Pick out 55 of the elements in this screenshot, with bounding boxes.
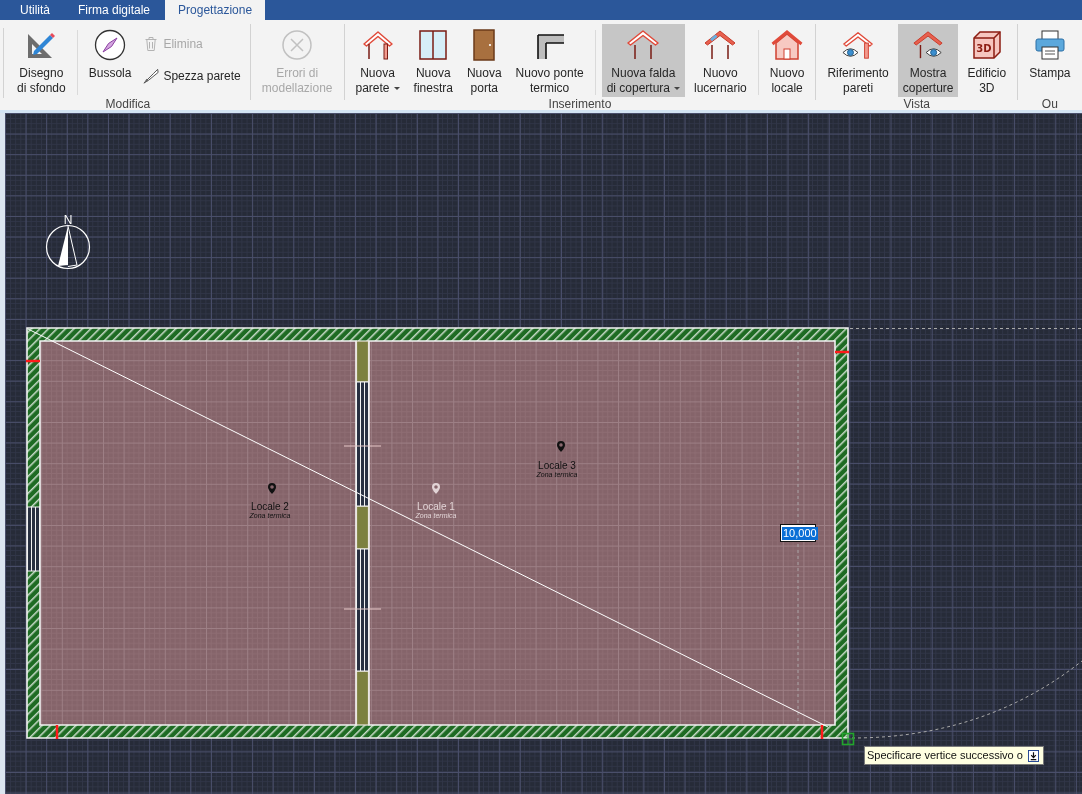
x-circle-icon — [281, 29, 314, 61]
tooltip-text: Specificare vertice successivo o — [867, 748, 1023, 763]
axis-tick — [343, 608, 382, 610]
wall-reference-button[interactable]: Riferimento pareti — [822, 24, 894, 97]
roof-eye-icon — [912, 29, 945, 61]
length-input[interactable]: 10,000 — [780, 524, 816, 542]
wall-marker — [835, 350, 849, 354]
wall-marker — [26, 359, 40, 363]
new-roof-pitch-button[interactable]: Nuova falda di copertura — [601, 24, 686, 97]
compass-button[interactable]: Bussola — [83, 24, 137, 97]
roof-skylight-icon — [704, 29, 737, 61]
background-drawing-button[interactable]: Disegno di sfondo — [12, 24, 71, 97]
new-window-button[interactable]: Nuova finestra — [408, 24, 458, 97]
wall-segment — [355, 340, 370, 383]
new-skylight-button[interactable]: Nuovo lucernario — [689, 24, 752, 97]
window-symbol — [27, 506, 40, 572]
north-label: N — [63, 213, 73, 227]
roof-icon — [627, 29, 660, 61]
house-eye-icon — [842, 29, 875, 61]
axis-tick — [343, 445, 382, 447]
new-door-button[interactable]: Nuova porta — [461, 24, 507, 97]
ribbon-tab[interactable]: Utilità — [7, 0, 63, 20]
wall-marker — [55, 725, 59, 739]
location-pin-icon — [268, 483, 276, 494]
building-3d-button[interactable]: 3D Edificio 3D — [962, 24, 1012, 97]
icon-label: 3D — [976, 43, 992, 54]
house-icon — [771, 29, 804, 61]
ribbon-tab[interactable]: Firma digitale — [65, 0, 164, 20]
house-outline-icon — [361, 29, 394, 61]
printer-icon — [1033, 29, 1066, 61]
ribbon-group-label: Ou — [1040, 97, 1059, 110]
new-thermal-bridge-button[interactable]: Nuovo ponte termico — [510, 24, 589, 97]
new-wall-button[interactable]: Nuova parete — [350, 24, 405, 97]
room-name: Locale 1 — [417, 501, 455, 512]
down-arrow-icon[interactable] — [1027, 749, 1039, 762]
compass-icon — [94, 29, 127, 61]
location-pin-icon — [557, 441, 565, 452]
split-wall-button[interactable]: Spezza parete — [140, 66, 244, 86]
room-name: Locale 2 — [251, 501, 289, 512]
snap-marker-icon — [841, 732, 855, 746]
wall-marker — [820, 725, 824, 739]
location-pin-icon — [432, 483, 440, 494]
ribbon-tab[interactable]: Progettazione — [165, 0, 266, 20]
ribbon-group-label: Inserimento — [547, 97, 613, 110]
wall-segment — [355, 505, 370, 550]
print-button[interactable]: Stampa — [1024, 24, 1076, 97]
ribbon-group-label: Vista — [902, 97, 932, 110]
room-name: Locale 3 — [538, 460, 576, 471]
new-room-button[interactable]: Nuovo locale — [764, 24, 810, 97]
cutter-icon — [143, 68, 160, 84]
ribbon-group-label: Modifica — [104, 97, 152, 110]
window-icon — [417, 29, 450, 61]
trash-icon — [143, 36, 160, 52]
wall-segment — [355, 670, 370, 726]
show-roofs-button[interactable]: Mostra coperture — [897, 24, 959, 97]
